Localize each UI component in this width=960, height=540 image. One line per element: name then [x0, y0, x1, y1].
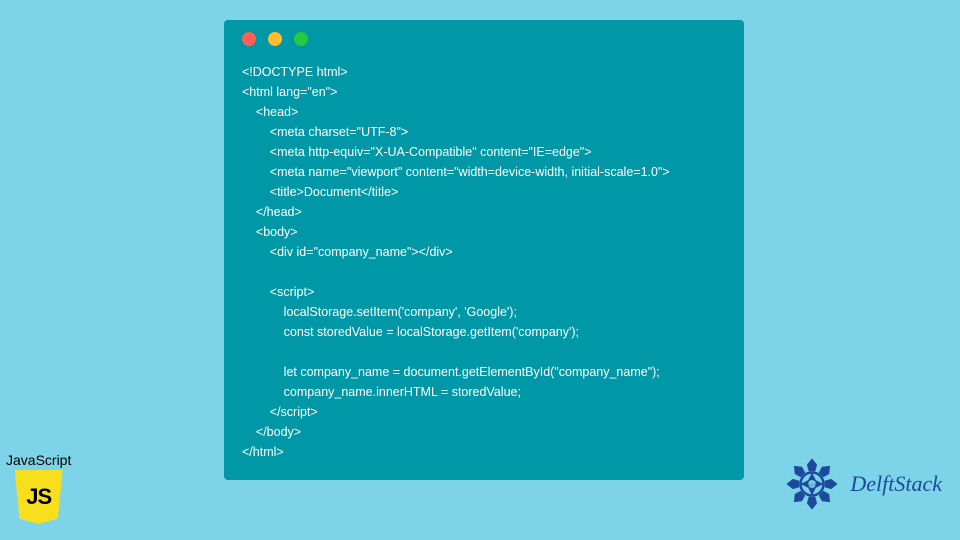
delftstack-text: DelftStack: [850, 471, 942, 497]
svg-text:</>: </>: [808, 483, 817, 489]
minimize-icon: [268, 32, 282, 46]
close-icon: [242, 32, 256, 46]
maximize-icon: [294, 32, 308, 46]
javascript-shield-text: JS: [26, 484, 51, 510]
delftstack-logo: </> DelftStack: [780, 452, 942, 516]
javascript-label: JavaScript: [6, 452, 71, 468]
javascript-badge: JavaScript JS: [6, 452, 71, 524]
javascript-shield-icon: JS: [15, 470, 63, 524]
code-window: <!DOCTYPE html> <html lang="en"> <head> …: [224, 20, 744, 480]
code-block: <!DOCTYPE html> <html lang="en"> <head> …: [242, 62, 726, 462]
delftstack-emblem-icon: </>: [780, 452, 844, 516]
traffic-lights: [242, 32, 726, 46]
